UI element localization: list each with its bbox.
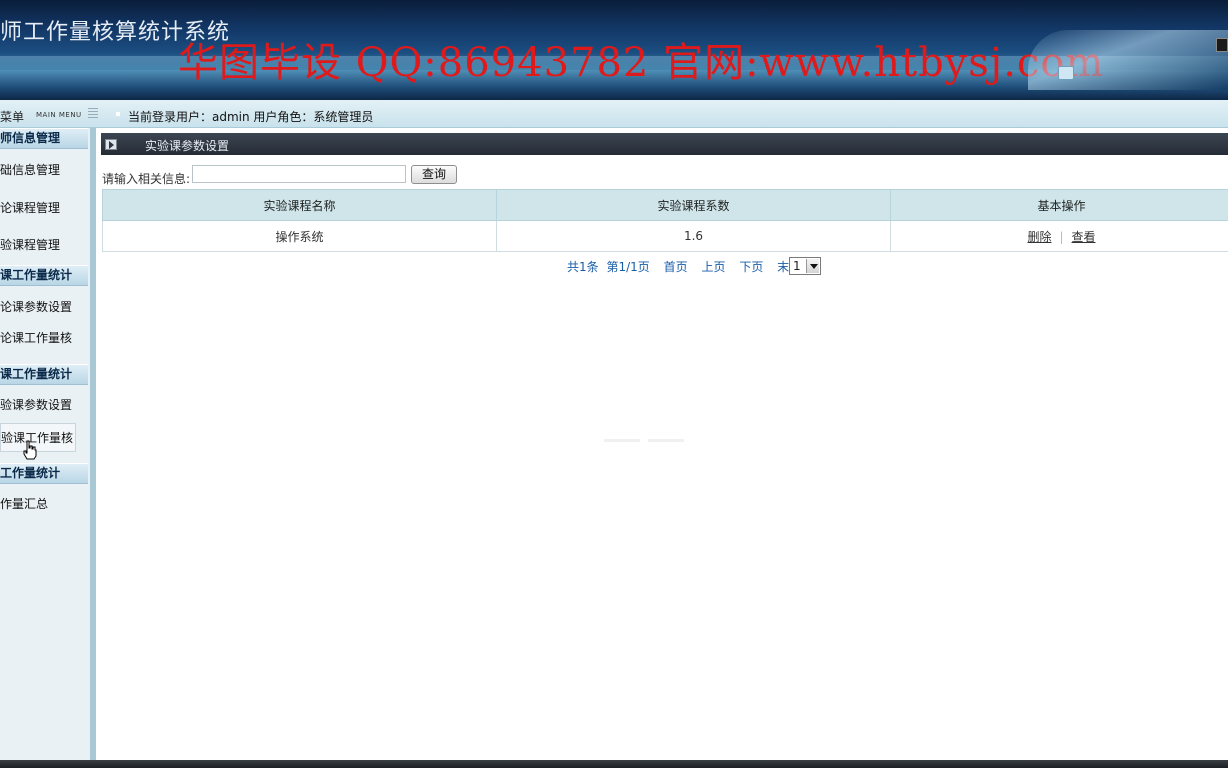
delete-link[interactable]: 删除: [1027, 230, 1051, 244]
pager-next-link[interactable]: 下页: [739, 258, 763, 275]
hand-cursor-icon: [23, 440, 37, 460]
sidebar-group-lab-workload[interactable]: 课工作量统计: [0, 364, 88, 385]
header-decoration: [1028, 30, 1228, 90]
bullet-icon: [116, 112, 120, 116]
sidebar-item-theory-params[interactable]: 论课参数设置: [0, 298, 72, 315]
column-header-course-name: 实验课程名称: [102, 189, 497, 221]
pagination: 共1条 第1/1页 首页 上页 下页 末页: [567, 258, 811, 276]
sidebar-item-lab-workload[interactable]: 验课工作量核: [0, 423, 76, 452]
menu-lines-icon[interactable]: [88, 108, 98, 120]
menu-title-en: MAIN MENU: [36, 111, 82, 119]
watermark-text: 华图毕设 QQ:86943782 官网:www.htbysj.com: [178, 40, 1105, 86]
sidebar-group-workload-stats[interactable]: 工作量统计: [0, 463, 88, 484]
cell-coefficient: 1.6: [496, 220, 891, 252]
view-link[interactable]: 查看: [1072, 230, 1096, 244]
play-icon: [105, 139, 117, 150]
cell-course-name: 操作系统: [102, 220, 497, 252]
sidebar-item-theory-course[interactable]: 论课程管理: [0, 199, 60, 216]
action-separator: |: [1059, 229, 1064, 244]
table-header-row: 实验课程名称 实验课程系数 基本操作: [102, 189, 1228, 221]
search-button[interactable]: 查询: [411, 165, 457, 184]
sidebar-item-theory-workload[interactable]: 论课工作量核: [0, 329, 72, 346]
pager-page-of: 第1/1页: [606, 260, 650, 274]
taskbar: [0, 760, 1228, 768]
page-select-value: 1: [793, 259, 801, 273]
search-input[interactable]: [192, 165, 406, 183]
sidebar-item-basic-info[interactable]: 础信息管理: [0, 161, 60, 178]
menu-title: 菜单: [0, 110, 25, 124]
lock-icon[interactable]: [1058, 66, 1074, 80]
sidebar-item-lab-course[interactable]: 验课程管理: [0, 236, 60, 253]
page-select[interactable]: 1: [789, 257, 821, 275]
cell-actions: 删除 | 查看: [890, 220, 1228, 252]
panel-title: 实验课参数设置: [145, 139, 230, 153]
sidebar-group-theory-workload[interactable]: 课工作量统计: [0, 265, 88, 286]
sidebar-group-teacher-info[interactable]: 师信息管理: [0, 128, 88, 149]
table-row: 操作系统 1.6 删除 | 查看: [102, 220, 1228, 252]
pager-first-link[interactable]: 首页: [664, 258, 688, 275]
pager-prev-link[interactable]: 上页: [701, 258, 725, 275]
data-table: 实验课程名称 实验课程系数 基本操作 操作系统 1.6 删除 | 查看: [102, 189, 1228, 252]
search-label: 请输入相关信息:: [102, 172, 191, 186]
loading-indicator: [604, 439, 640, 442]
window-control-icon[interactable]: [1216, 38, 1228, 52]
current-user-info: 当前登录用户：admin 用户角色：系统管理员: [128, 110, 374, 124]
header-banner: 师工作量核算统计系统 华图毕设 QQ:86943782 官网:www.htbys…: [0, 0, 1228, 100]
panel-header: 实验课参数设置: [101, 133, 1228, 155]
sidebar-item-lab-params[interactable]: 验课参数设置: [0, 396, 72, 413]
column-header-actions: 基本操作: [890, 189, 1228, 221]
sidebar-item-workload-summary[interactable]: 作量汇总: [0, 495, 48, 512]
loading-indicator: [648, 439, 684, 442]
dropdown-arrow-icon[interactable]: [806, 259, 819, 273]
pager-total: 共1条: [567, 260, 599, 274]
column-header-coefficient: 实验课程系数: [496, 189, 891, 221]
